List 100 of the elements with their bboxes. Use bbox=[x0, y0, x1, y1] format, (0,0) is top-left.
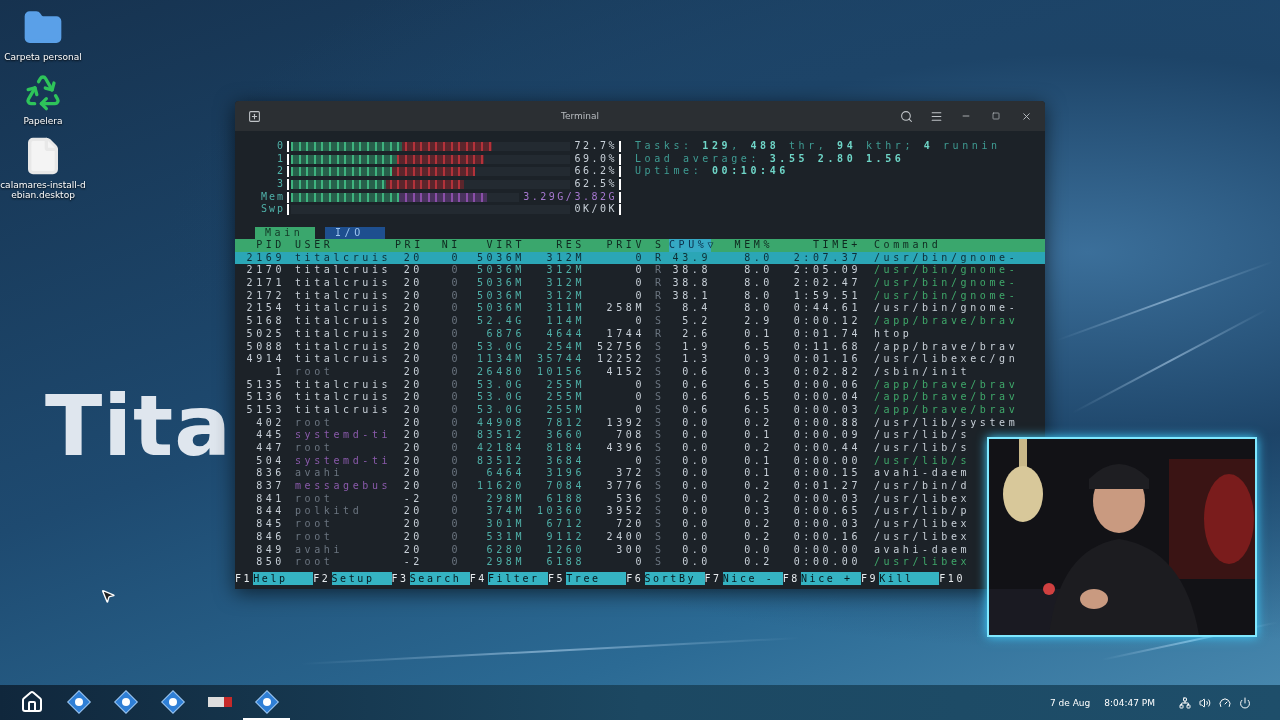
table-cell-text: 3952 bbox=[605, 505, 645, 519]
table-cell-text: 0.3 bbox=[743, 505, 773, 519]
function-key[interactable]: F7 bbox=[704, 571, 723, 585]
process-row[interactable]: 5025 titalcruis 20 0 6876 4644 1744 R 2.6 0.1 0:01.74 htop bbox=[235, 327, 1045, 341]
summary-text: Tasks: 129, 488 thr, 94 kthr; 4 runnin bbox=[635, 140, 1001, 153]
table-cell-text: 1.9 bbox=[681, 340, 711, 354]
table-cell-text: 0.0 bbox=[681, 530, 711, 544]
search-icon[interactable] bbox=[899, 109, 913, 123]
meter-reading: 0K/0K bbox=[574, 203, 617, 217]
process-row[interactable]: 5135 titalcruis 20 0 53.0G 255M 0 S 0.6 6.5 0:00.06 /app/brave/brav bbox=[235, 378, 1045, 392]
function-key[interactable]: F1 bbox=[235, 571, 254, 585]
column-header[interactable]: S bbox=[645, 239, 669, 252]
table-cell-text: 3660 bbox=[545, 429, 585, 442]
column-header[interactable]: PRIV bbox=[585, 239, 645, 252]
column-header[interactable]: TIME+ bbox=[773, 239, 861, 252]
function-key[interactable]: F5 bbox=[548, 571, 567, 585]
column-header[interactable]: RES bbox=[525, 239, 585, 252]
function-label[interactable]: Nice + bbox=[801, 571, 861, 585]
meter-label: 0 bbox=[275, 140, 285, 153]
table-cell-text: S bbox=[654, 365, 666, 379]
table-cell-text: /sbin/init bbox=[873, 365, 972, 379]
function-key[interactable]: F3 bbox=[391, 571, 410, 585]
table-cell-text: 5168 bbox=[245, 315, 285, 328]
function-label[interactable]: Tree bbox=[566, 571, 627, 585]
network-icon[interactable] bbox=[1179, 696, 1192, 709]
process-row[interactable]: 2172 titalcruis 20 0 5036M 312M 0 R 38.1 8.0 1:59.51 /usr/bin/gnome- bbox=[235, 289, 1045, 303]
power-icon[interactable] bbox=[1239, 696, 1252, 709]
table-cell-text: 6188 bbox=[545, 492, 585, 506]
table-cell-text: /usr/bin/d bbox=[873, 480, 972, 493]
function-key[interactable]: F2 bbox=[313, 571, 332, 585]
meter-reading: 69.0% bbox=[574, 152, 617, 166]
table-cell-text: 1:59.51 bbox=[792, 289, 861, 303]
table-cell-text: /usr/libex bbox=[873, 518, 972, 531]
column-header[interactable]: Command bbox=[861, 239, 1045, 252]
process-row[interactable]: 5136 titalcruis 20 0 53.0G 255M 0 S 0.6 6.5 0:00.04 /app/brave/brav bbox=[235, 391, 1045, 404]
process-row[interactable]: 4914 titalcruis 20 0 1134M 35744 12252 S 1.3 0.9 0:01.16 /usr/libexec/gn bbox=[235, 353, 1045, 366]
table-cell-text: titalcruis bbox=[294, 378, 393, 392]
table-cell-text: 2:07.37 bbox=[792, 251, 861, 265]
desktop-icon-label[interactable]: Papelera bbox=[23, 116, 63, 126]
table-cell-text: /usr/bin/gnome- bbox=[873, 302, 1020, 316]
process-row[interactable]: 5153 titalcruis 20 0 53.0G 255M 0 S 0.6 6.5 0:00.03 /app/brave/brav bbox=[235, 403, 1045, 417]
table-cell-text: 26480 bbox=[475, 365, 525, 379]
function-key[interactable]: F4 bbox=[469, 571, 488, 585]
function-label[interactable]: Help bbox=[253, 571, 314, 585]
column-header[interactable]: NI bbox=[423, 239, 461, 252]
recycle-bin-icon[interactable] bbox=[23, 72, 63, 112]
column-header[interactable]: VIRT bbox=[461, 239, 525, 252]
function-label[interactable]: SortBy bbox=[644, 571, 705, 585]
table-cell-text: 841 bbox=[255, 492, 285, 506]
home-icon bbox=[19, 689, 44, 714]
function-label[interactable]: Setup bbox=[331, 571, 392, 585]
process-row[interactable]: 1 root 20 0 26480 10156 4152 S 0.6 0.3 0:02.82 /sbin/init bbox=[235, 365, 1045, 379]
function-label[interactable]: Filter bbox=[488, 571, 548, 585]
column-header[interactable]: USER bbox=[285, 239, 395, 252]
table-cell-text: 20 bbox=[402, 264, 423, 278]
table-cell-text: 4152 bbox=[605, 365, 645, 379]
gauge-icon[interactable] bbox=[1219, 696, 1232, 709]
maximize-icon[interactable] bbox=[992, 112, 1000, 120]
table-cell-text: 536 bbox=[615, 492, 645, 506]
process-row[interactable]: 402 root 20 0 44908 7812 1392 S 0.0 0.2 0:00.88 /usr/lib/system bbox=[235, 416, 1045, 430]
desktop-icon-label[interactable]: Carpeta personal bbox=[4, 52, 82, 62]
volume-icon[interactable] bbox=[1199, 696, 1212, 709]
table-cell-text: 1134M bbox=[475, 353, 525, 366]
table-cell-text: 20 bbox=[402, 289, 423, 303]
process-row[interactable]: 2171 titalcruis 20 0 5036M 312M 0 R 38.8 8.0 2:02.47 /usr/bin/gnome- bbox=[235, 277, 1045, 290]
menu-icon[interactable] bbox=[929, 109, 943, 123]
table-cell-text: 0.0 bbox=[681, 454, 711, 468]
table-cell-text: 0 bbox=[450, 518, 461, 531]
table-cell-text: 20 bbox=[402, 251, 423, 265]
function-label[interactable]: Kill bbox=[879, 571, 940, 585]
function-label[interactable]: Nice - bbox=[722, 571, 783, 585]
table-cell-text: 846 bbox=[255, 530, 285, 544]
function-key[interactable]: F9 bbox=[861, 571, 880, 585]
desktop-icon-label[interactable]: calamares-install-debian.desktop bbox=[0, 180, 86, 200]
table-cell-text: 0.0 bbox=[743, 543, 773, 557]
process-row[interactable]: 5088 titalcruis 20 0 53.0G 254M 52756 S 1.9 6.5 0:11.68 /app/brave/brav bbox=[235, 340, 1045, 354]
process-row[interactable]: 445 systemd-ti 20 0 83512 3660 708 S 0.0 0.1 0:00.09 /usr/lib/s bbox=[235, 429, 1045, 442]
table-cell-text: messagebus bbox=[294, 480, 393, 493]
function-key[interactable]: F8 bbox=[782, 571, 801, 585]
table-cell-text: 2169 bbox=[245, 251, 285, 265]
function-key[interactable]: F6 bbox=[626, 571, 645, 585]
table-cell-text: 8184 bbox=[545, 442, 585, 455]
function-label[interactable]: Search bbox=[409, 571, 470, 585]
process-row[interactable]: 2154 titalcruis 20 0 5036M 311M 258M S 8.4 8.0 0:44.61 /usr/bin/gnome- bbox=[235, 302, 1045, 316]
process-row[interactable]: 5168 titalcruis 20 0 52.4G 114M 0 S 5.2 2.9 0:00.12 /app/brave/brav bbox=[235, 315, 1045, 328]
column-header[interactable]: PRI bbox=[395, 239, 423, 252]
table-cell-text: root bbox=[294, 365, 335, 379]
tab[interactable]: I/O bbox=[325, 227, 385, 239]
new-tab-icon[interactable] bbox=[247, 109, 261, 123]
table-cell-text: 1.3 bbox=[681, 353, 711, 366]
table-cell-text: 43.9 bbox=[671, 251, 711, 265]
table-cell-text: 52.4G bbox=[475, 315, 525, 328]
close-icon[interactable] bbox=[1020, 110, 1032, 122]
column-header[interactable]: PID bbox=[235, 239, 285, 252]
tab[interactable]: Main bbox=[255, 227, 315, 239]
table-cell-text: 8.0 bbox=[743, 277, 773, 290]
function-key[interactable]: F10 bbox=[939, 571, 967, 585]
table-cell-text: 5135 bbox=[245, 378, 285, 392]
process-row[interactable]: 2170 titalcruis 20 0 5036M 312M 0 R 38.8 8.0 2:05.09 /usr/bin/gnome- bbox=[235, 264, 1045, 278]
wallpaper-text: Tita bbox=[45, 384, 232, 468]
